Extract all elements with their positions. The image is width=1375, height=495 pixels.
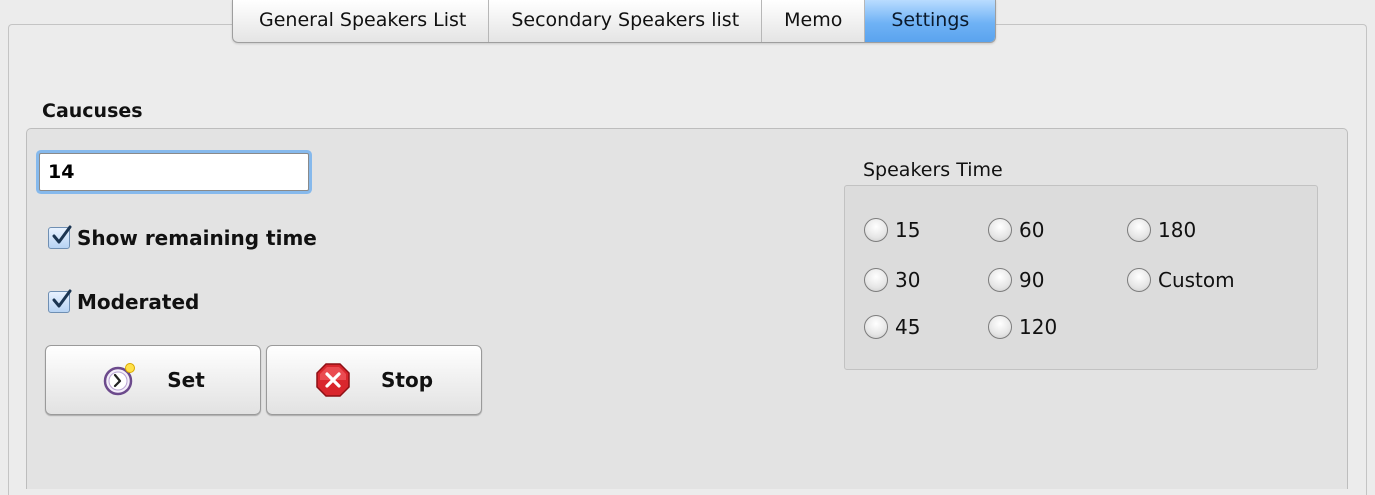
radio-label: 15 xyxy=(895,218,921,242)
radio-custom[interactable]: Custom xyxy=(1127,268,1235,292)
radio-45[interactable]: 45 xyxy=(864,315,920,339)
radio-label: 60 xyxy=(1019,218,1045,242)
radio-label: 30 xyxy=(895,268,921,292)
show-remaining-time-label: Show remaining time xyxy=(77,226,317,250)
stop-button-label: Stop xyxy=(380,368,434,392)
stop-button[interactable]: Stop xyxy=(266,345,482,415)
radio-button-icon[interactable] xyxy=(988,268,1012,292)
tab-secondary-speakers-list[interactable]: Secondary Speakers list xyxy=(488,0,761,42)
radio-label: 45 xyxy=(895,315,921,339)
radio-button-icon[interactable] xyxy=(864,218,888,242)
radio-15[interactable]: 15 xyxy=(864,218,920,242)
stop-icon xyxy=(315,362,351,398)
radio-button-icon[interactable] xyxy=(864,268,888,292)
radio-label: 180 xyxy=(1158,218,1197,242)
tab-bar: General Speakers List Secondary Speakers… xyxy=(232,0,997,43)
radio-label: 120 xyxy=(1019,315,1058,339)
moderated-checkbox[interactable]: Moderated xyxy=(48,289,200,314)
moderated-label: Moderated xyxy=(77,290,200,314)
radio-30[interactable]: 30 xyxy=(864,268,920,292)
radio-90[interactable]: 90 xyxy=(988,268,1044,292)
caucuses-title: Caucuses xyxy=(42,100,143,122)
radio-label: Custom xyxy=(1158,268,1235,292)
caucus-duration-input[interactable] xyxy=(39,153,309,191)
radio-button-icon[interactable] xyxy=(988,315,1012,339)
radio-120[interactable]: 120 xyxy=(988,315,1057,339)
tab-memo[interactable]: Memo xyxy=(761,0,864,42)
radio-button-icon[interactable] xyxy=(1127,218,1151,242)
set-button[interactable]: Set xyxy=(45,345,261,415)
radio-button-icon[interactable] xyxy=(988,218,1012,242)
checkbox-checked-icon[interactable] xyxy=(48,225,72,249)
radio-180[interactable]: 180 xyxy=(1127,218,1196,242)
tab-settings[interactable]: Settings xyxy=(864,0,996,42)
radio-button-icon[interactable] xyxy=(1127,268,1151,292)
speakers-time-title: Speakers Time xyxy=(863,159,1003,181)
radio-button-icon[interactable] xyxy=(864,315,888,339)
show-remaining-time-checkbox[interactable]: Show remaining time xyxy=(48,225,317,250)
radio-60[interactable]: 60 xyxy=(988,218,1044,242)
radio-label: 90 xyxy=(1019,268,1045,292)
set-button-label: Set xyxy=(167,368,205,392)
tab-general-speakers-list[interactable]: General Speakers List xyxy=(233,0,488,42)
timer-icon xyxy=(101,362,137,398)
checkbox-checked-icon[interactable] xyxy=(48,289,72,313)
